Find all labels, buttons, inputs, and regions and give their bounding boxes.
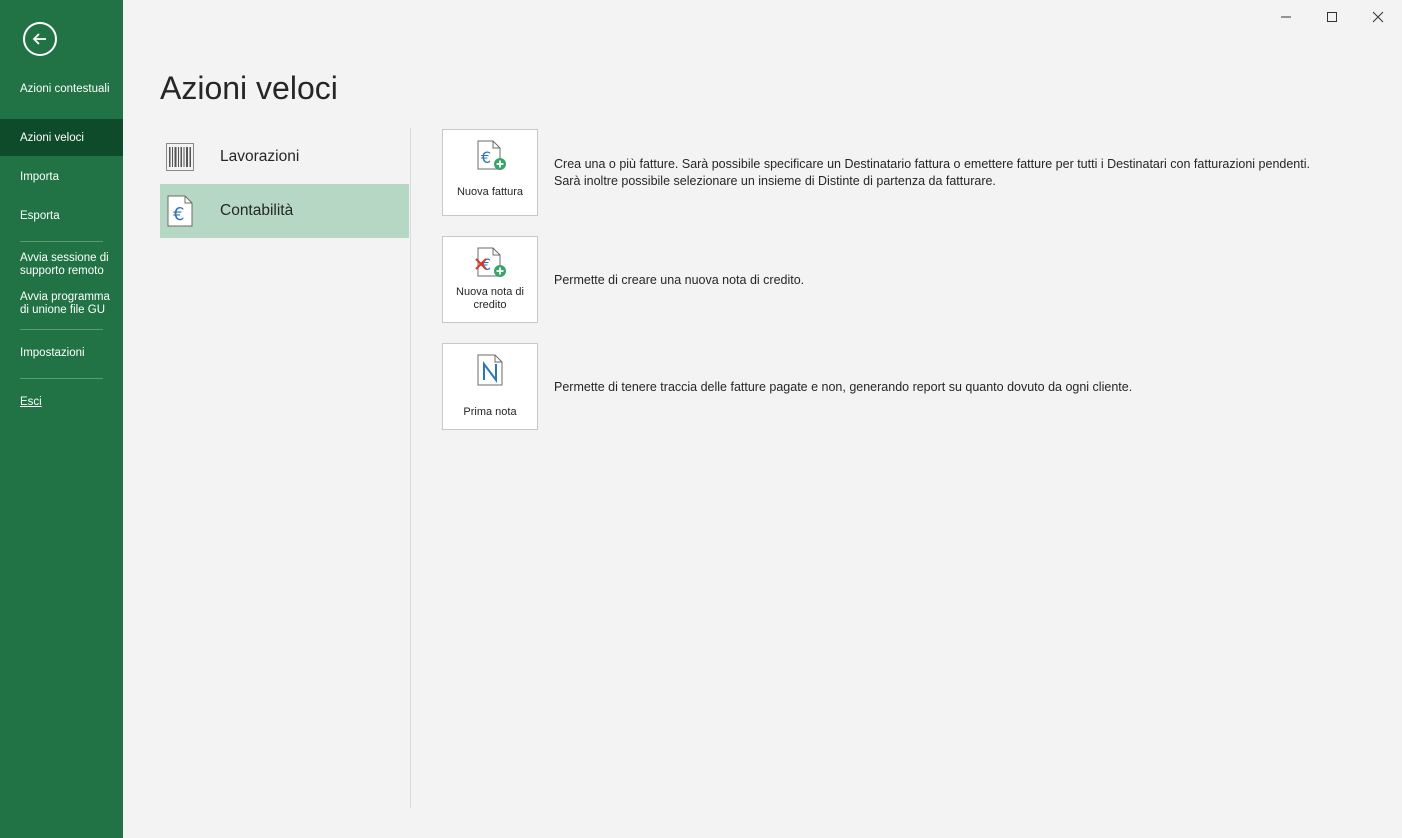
tile-label: Nuova fattura (456, 186, 524, 198)
sidebar-divider (20, 329, 103, 330)
prima-nota-button[interactable]: Prima nota (442, 343, 538, 430)
nuova-nota-credito-button[interactable]: € Nuova nota di credito (442, 236, 538, 323)
category-lavorazioni[interactable]: Lavorazioni (160, 130, 409, 184)
new-invoice-icon: € (477, 140, 506, 170)
nota-credito-description: Permette di creare una nuova nota di cre… (554, 273, 805, 287)
sidebar-item-esporta[interactable]: Esporta (0, 210, 123, 223)
back-button[interactable] (23, 22, 57, 56)
minimize-button[interactable] (1263, 6, 1309, 28)
sidebar-item-azioni-veloci[interactable]: Azioni veloci (0, 119, 123, 156)
backstage-sidebar: Azioni contestuali Azioni veloci Importa… (0, 0, 123, 838)
close-icon (1372, 11, 1384, 23)
prima-nota-icon (477, 354, 503, 386)
sidebar-item-importa[interactable]: Importa (0, 171, 123, 184)
close-button[interactable] (1355, 6, 1401, 28)
maximize-icon (1327, 12, 1337, 22)
vertical-divider (410, 128, 411, 808)
sidebar-item-esci[interactable]: Esci (0, 396, 123, 409)
new-credit-note-icon: € (475, 247, 506, 277)
sidebar-item-impostazioni[interactable]: Impostazioni (0, 347, 123, 360)
prima-nota-description: Permette di tenere traccia delle fatture… (554, 380, 1133, 394)
svg-text:€: € (173, 204, 184, 225)
tile-label: Prima nota (463, 406, 517, 418)
category-label: Contabilità (220, 202, 294, 219)
sidebar-divider (20, 378, 103, 379)
sidebar-item-azioni-contestuali[interactable]: Azioni contestuali (0, 83, 123, 96)
euro-document-icon: € (165, 195, 195, 227)
sidebar-item-unione-file[interactable]: Avvia programma di unione file GU (0, 291, 123, 317)
arrow-left-icon (32, 33, 46, 45)
minimize-icon (1281, 16, 1291, 18)
category-label: Lavorazioni (220, 148, 300, 165)
sidebar-item-supporto-remoto[interactable]: Avvia sessione di supporto remoto (0, 252, 123, 278)
sidebar-divider (20, 241, 103, 242)
page-title: Azioni veloci (160, 70, 338, 106)
category-contabilita[interactable]: € Contabilità (160, 184, 409, 238)
svg-text:€: € (481, 148, 491, 167)
tile-label: Nuova nota di credito (456, 286, 524, 311)
esci-label: Esci (20, 396, 42, 408)
maximize-button[interactable] (1309, 6, 1355, 28)
nuova-fattura-button[interactable]: € Nuova fattura (442, 129, 538, 216)
barcode-icon (165, 141, 195, 173)
nuova-fattura-description: Crea una o più fatture. Sarà possibile s… (554, 157, 1310, 188)
